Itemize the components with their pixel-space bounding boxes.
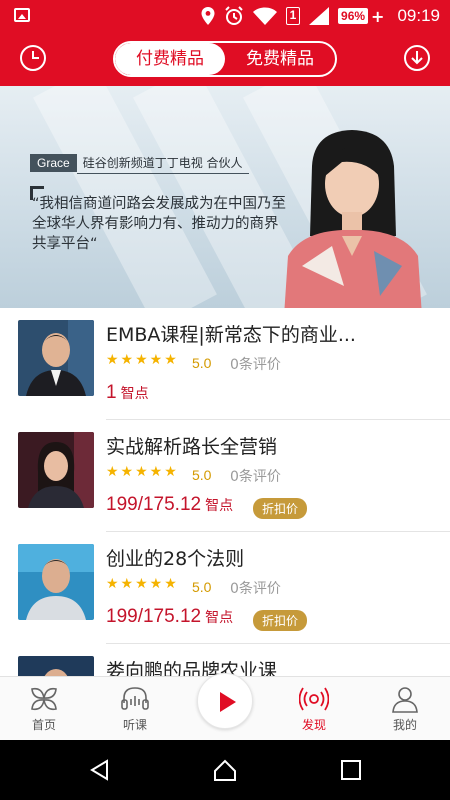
course-list: EMBA课程|新常态下的商业... ★★★★★ 5.0 0条评价 1 智点 实战解… [0,308,450,676]
rating-stars: ★★★★★ [106,464,179,480]
review-count: 0条评价 [230,581,281,597]
course-price: 1 智点 [106,382,149,404]
battery-icon: 96% [338,8,369,24]
course-title: 娄向鹏的品牌农业课 [106,660,278,676]
discount-badge: 折扣价 [253,610,308,631]
discover-signal-icon [299,687,329,711]
discount-badge: 折扣价 [253,498,308,519]
system-nav-bar [0,740,450,800]
tab-paid[interactable]: 付费精品 [115,43,225,75]
rating-stars: ★★★★★ [106,576,179,592]
course-thumbnail [18,320,94,396]
price-unit: 智点 [205,609,234,625]
location-icon [201,7,215,25]
tab-label: 首页 [31,718,56,732]
course-thumbnail [18,432,94,508]
status-icons: 1 96% + 09:19 [201,4,440,28]
course-item[interactable]: 娄向鹏的品牌农业课 [0,644,450,676]
course-price: 199/175.12 智点 [106,606,233,628]
banner-speaker-name: Grace [30,154,77,172]
price-value: 199/175.12 [106,494,202,515]
rating-score: 5.0 [192,579,212,595]
banner-speaker-tag: Grace 硅谷创新频道丁丁电视 合伙人 [30,152,249,174]
play-button[interactable] [197,673,253,729]
play-icon [220,692,236,712]
course-thumbnail [18,544,94,620]
tab-profile[interactable]: 我的 [375,685,435,733]
course-item[interactable]: 实战解析路长全营销 ★★★★★ 5.0 0条评价 199/175.12 智点 折扣… [0,420,450,532]
course-title: EMBA课程|新常态下的商业... [106,324,356,346]
course-item[interactable]: EMBA课程|新常态下的商业... ★★★★★ 5.0 0条评价 1 智点 [0,308,450,420]
battery-level: 96% [341,9,366,23]
course-title: 创业的28个法则 [106,548,245,570]
rating-score: 5.0 [192,467,212,483]
price-unit: 智点 [205,497,234,513]
home-icon[interactable] [213,758,237,782]
price-unit: 智点 [120,385,149,401]
rating-score: 5.0 [192,355,212,371]
history-clock-icon[interactable] [19,44,47,72]
review-count: 0条评价 [230,469,281,485]
tab-listen[interactable]: 听课 [105,685,165,733]
tab-free[interactable]: 免费精品 [225,43,335,75]
tab-discover[interactable]: 发现 [284,685,344,733]
top-header: 付费精品 免费精品 [0,32,450,86]
clock: 09:19 [397,6,440,25]
rating-stars: ★★★★★ [106,352,179,368]
banner-speaker-role: 硅谷创新频道丁丁电视 合伙人 [76,152,249,174]
gallery-notification-icon [14,8,30,22]
tab-label: 发现 [301,718,326,732]
sim-slot-icon: 1 [286,7,301,25]
course-title: 实战解析路长全营销 [106,436,278,458]
course-price: 199/175.12 智点 [106,494,233,516]
alarm-icon [224,6,244,26]
profile-icon [392,687,418,713]
charging-icon: + [371,6,385,26]
banner-quote: “我相信商道问路会发展成为在中国乃至全球华人界有影响力有、推动力的商界共享平台“ [32,196,287,252]
recents-icon[interactable] [339,758,363,782]
cell-signal-icon [309,7,330,25]
price-value: 199/175.12 [106,606,202,627]
bottom-tab-bar: 首页 听课 发现 我的 [0,673,450,740]
back-icon[interactable] [88,758,112,782]
course-item[interactable]: 创业的28个法则 ★★★★★ 5.0 0条评价 199/175.12 智点 折扣价 [0,532,450,644]
banner-speaker-photo [284,130,422,308]
headphones-icon [121,687,149,710]
home-grid-icon [31,687,57,711]
tab-home[interactable]: 首页 [14,685,74,733]
download-icon[interactable] [403,44,431,72]
tab-label: 听课 [122,718,147,732]
tab-label: 我的 [392,718,417,732]
wifi-icon [253,7,278,25]
status-bar: 1 96% + 09:19 [0,0,450,32]
price-value: 1 [106,382,117,403]
review-count: 0条评价 [230,357,281,373]
promo-banner[interactable]: Grace 硅谷创新频道丁丁电视 合伙人 “我相信商道问路会发展成为在中国乃至全… [0,86,450,308]
paid-free-segmented-control: 付费精品 免费精品 [113,41,337,77]
course-thumbnail [18,656,94,676]
